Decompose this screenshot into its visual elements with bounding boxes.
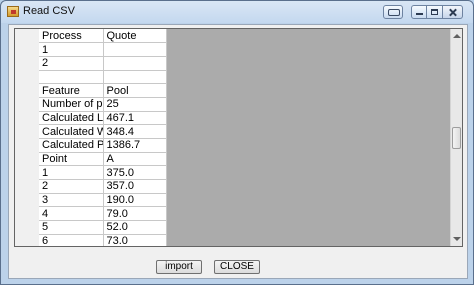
- scroll-down-arrow-icon[interactable]: [453, 237, 461, 241]
- process-cell[interactable]: Calculated Perim...: [39, 138, 104, 153]
- quote-cell[interactable]: [103, 70, 167, 85]
- scroll-thumb[interactable]: [452, 127, 461, 149]
- table-row: 2: [39, 56, 167, 71]
- quote-cell[interactable]: [103, 56, 167, 71]
- quote-cell[interactable]: 79.0: [103, 206, 167, 222]
- row-header-column[interactable]: [15, 29, 40, 246]
- process-cell[interactable]: 6: [39, 234, 104, 246]
- grid-table: Process Quote 12FeaturePoolNumber of poi…: [39, 29, 167, 246]
- process-cell[interactable]: [39, 70, 104, 85]
- close-window-button[interactable]: [443, 5, 463, 19]
- import-button[interactable]: import: [156, 260, 202, 274]
- maximize-button[interactable]: [427, 5, 443, 19]
- table-row: 4 79.0: [39, 206, 167, 222]
- quote-cell[interactable]: 73.0: [103, 234, 167, 246]
- table-row: Calculated Perim...1386.7: [39, 138, 167, 153]
- quote-cell[interactable]: 375.0: [103, 165, 167, 181]
- quote-cell[interactable]: [103, 42, 167, 57]
- read-csv-window: Read CSV Process Quote 1 2 Feature Pool Numb…: [0, 0, 474, 285]
- quote-cell[interactable]: Pool: [103, 83, 167, 98]
- table-row: Feature Pool: [39, 83, 167, 98]
- table-row: 2 357.0: [39, 179, 167, 194]
- minimize-button[interactable]: [411, 5, 427, 19]
- quote-cell[interactable]: 25: [103, 97, 167, 112]
- table-row: [39, 70, 167, 85]
- column-header-quote[interactable]: Quote: [103, 29, 167, 44]
- table-row: Calculated Length467.1: [39, 111, 167, 126]
- vertical-scrollbar[interactable]: [450, 29, 462, 246]
- table-row: Calculated Width348.4: [39, 124, 167, 139]
- table-row: 1: [39, 42, 167, 57]
- title-bar[interactable]: Read CSV: [1, 1, 473, 23]
- quote-cell[interactable]: 1386.7: [103, 138, 167, 153]
- quote-cell[interactable]: A: [103, 152, 167, 167]
- process-cell[interactable]: Point: [39, 152, 104, 167]
- process-cell[interactable]: 2: [39, 179, 104, 194]
- process-cell[interactable]: 4: [39, 206, 104, 222]
- process-cell[interactable]: 5: [39, 220, 104, 235]
- app-icon: [7, 6, 19, 17]
- quote-cell[interactable]: 52.0: [103, 220, 167, 235]
- process-cell[interactable]: Number of points: [39, 97, 104, 112]
- process-cell[interactable]: 1: [39, 42, 104, 57]
- process-cell[interactable]: Calculated Length: [39, 111, 104, 126]
- close-button[interactable]: CLOSE: [214, 260, 260, 274]
- process-cell[interactable]: 3: [39, 193, 104, 208]
- table-row: Number of points25: [39, 97, 167, 112]
- table-row: 5 52.0: [39, 220, 167, 235]
- data-grid[interactable]: Process Quote 12FeaturePoolNumber of poi…: [14, 28, 463, 247]
- scroll-up-arrow-icon[interactable]: [453, 34, 461, 38]
- quote-cell[interactable]: 467.1: [103, 111, 167, 126]
- process-cell[interactable]: Feature: [39, 83, 104, 98]
- window-title: Read CSV: [23, 5, 75, 17]
- quote-cell[interactable]: 357.0: [103, 179, 167, 194]
- header-row: Process Quote: [39, 29, 167, 44]
- table-row: 6 73.0: [39, 234, 167, 246]
- table-row: 3 190.0: [39, 193, 167, 208]
- process-cell[interactable]: 2: [39, 56, 104, 71]
- process-cell[interactable]: Calculated Width: [39, 124, 104, 139]
- table-row: 1 375.0: [39, 165, 167, 181]
- quote-cell[interactable]: 348.4: [103, 124, 167, 139]
- process-cell[interactable]: 1: [39, 165, 104, 181]
- column-header-process[interactable]: Process: [39, 29, 104, 44]
- restore-icon[interactable]: [383, 5, 403, 19]
- table-row: Point A: [39, 152, 167, 167]
- quote-cell[interactable]: 190.0: [103, 193, 167, 208]
- client-area: Process Quote 12FeaturePoolNumber of poi…: [8, 24, 468, 279]
